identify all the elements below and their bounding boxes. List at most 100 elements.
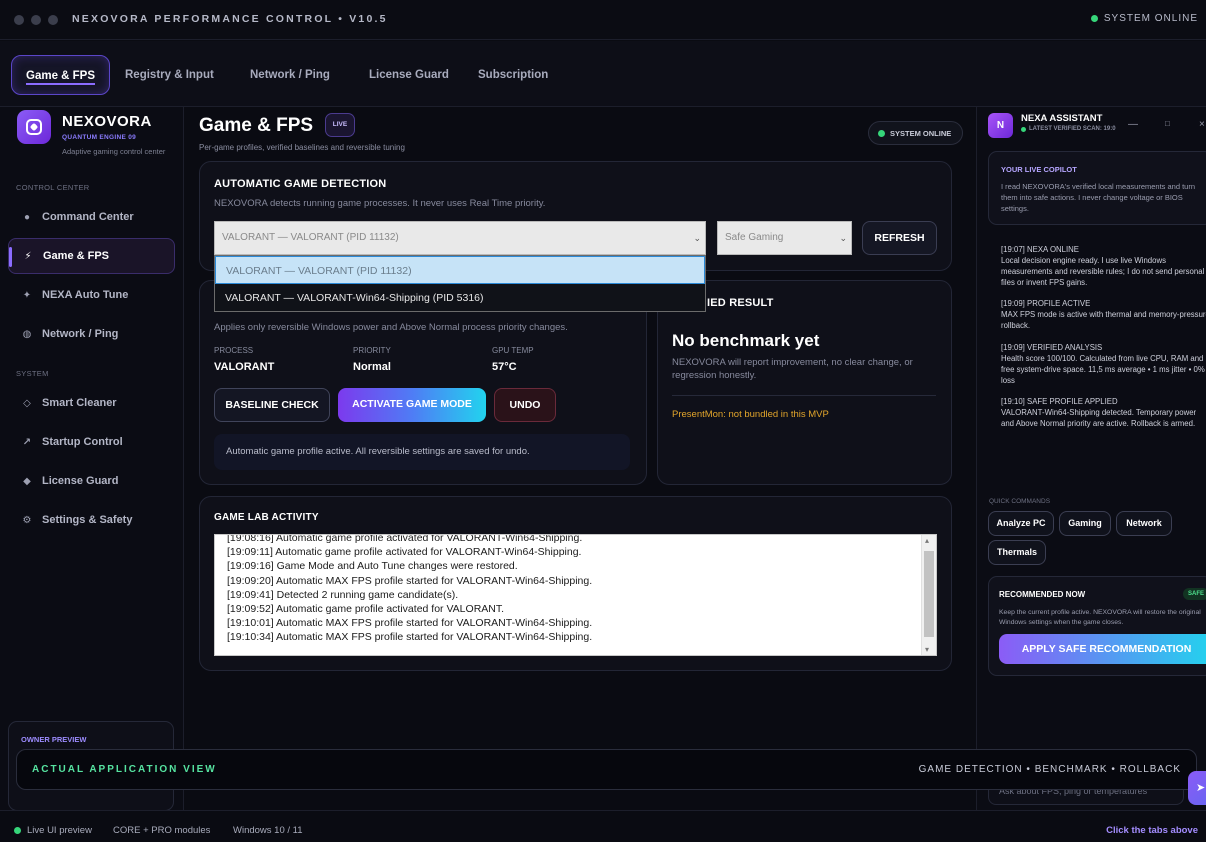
sidebar-item-smart-cleaner[interactable]: ◇ Smart Cleaner: [8, 385, 175, 421]
stat-priority-label: PRIORITY: [353, 346, 391, 355]
status-os: Windows 10 / 11: [233, 825, 303, 836]
message-body: VALORANT-Win64-Shipping detected. Tempor…: [1001, 408, 1197, 428]
baseline-check-button[interactable]: BASELINE CHECK: [214, 388, 330, 422]
undo-button[interactable]: UNDO: [494, 388, 556, 422]
top-tab-bar: Game & FPS Registry & Input Network / Pi…: [0, 41, 1206, 107]
message-body: Local decision engine ready. I use live …: [1001, 256, 1205, 287]
log-line: [19:08:16] Automatic game profile activa…: [227, 534, 583, 544]
mode-select-value: Safe Gaming: [725, 232, 784, 243]
close-icon[interactable]: ×: [1199, 119, 1205, 130]
process-dropdown-list: VALORANT — VALORANT (PID 11132) VALORANT…: [214, 255, 706, 312]
page-subtitle: Per-game profiles, verified baselines an…: [199, 143, 405, 152]
activate-game-mode-button[interactable]: ACTIVATE GAME MODE: [338, 388, 486, 422]
sidebar-item-license-guard[interactable]: ◆ License Guard: [8, 463, 175, 499]
dropdown-option[interactable]: VALORANT — VALORANT (PID 11132): [215, 256, 705, 284]
system-status-label: SYSTEM ONLINE: [1103, 13, 1198, 24]
sidebar-item-network-ping[interactable]: ◍ Network / Ping: [8, 316, 175, 352]
bolt-icon: ⚡: [24, 250, 32, 262]
tab-network-ping[interactable]: Network / Ping: [236, 55, 344, 95]
network-icon: ◍: [22, 328, 32, 340]
apply-safe-recommendation-button[interactable]: APPLY SAFE RECOMMENDATION: [999, 634, 1206, 664]
window-minimize-dot[interactable]: [31, 15, 41, 25]
maximize-icon[interactable]: □: [1165, 119, 1170, 128]
diamond-icon: ◇: [23, 397, 31, 409]
sidebar-item-label: Smart Cleaner: [42, 397, 117, 409]
sidebar-item-label: NEXA Auto Tune: [42, 289, 129, 301]
log-line: [19:09:52] Automatic game profile activa…: [227, 603, 505, 616]
activity-heading: GAME LAB ACTIVITY: [214, 512, 319, 523]
online-dot-icon: [14, 827, 21, 834]
log-line: [19:10:34] Automatic MAX FPS profile sta…: [227, 631, 593, 644]
copilot-card: YOUR LIVE COPILOT I read NEXOVORA's veri…: [988, 151, 1206, 225]
owner-preview-label: OWNER PREVIEW: [21, 735, 87, 744]
stat-process-value: VALORANT: [214, 361, 275, 373]
log-scrollbar[interactable]: ▴ ▾: [921, 535, 936, 655]
app-title: NEXOVORA PERFORMANCE CONTROL • V10.5: [72, 13, 388, 25]
stat-gpu-temp-value: 57°C: [492, 361, 517, 373]
assistant-panel: N NEXA ASSISTANT LATEST VERIFIED SCAN: 1…: [976, 107, 1206, 810]
brand-engine: QUANTUM ENGINE 09: [62, 134, 137, 141]
mode-select[interactable]: Safe Gaming ⌄: [717, 221, 852, 255]
quick-thermals-button[interactable]: Thermals: [988, 540, 1046, 565]
quick-commands-heading: QUICK COMMANDS: [989, 498, 1051, 505]
quick-network-button[interactable]: Network: [1116, 511, 1172, 536]
window-maximize-dot[interactable]: [48, 15, 58, 25]
assistant-scan: LATEST VERIFIED SCAN: 19:0: [1021, 126, 1116, 132]
tab-license-guard[interactable]: License Guard: [355, 55, 463, 95]
process-select-value: VALORANT — VALORANT (PID 11132): [222, 232, 399, 243]
sidebar-item-label: Startup Control: [42, 436, 123, 448]
banner-left-label: ACTUAL APPLICATION VIEW: [32, 764, 217, 775]
refresh-button[interactable]: REFRESH: [862, 221, 937, 255]
copilot-heading: YOUR LIVE COPILOT: [1001, 165, 1077, 174]
sidebar-item-label: License Guard: [42, 475, 119, 487]
sidebar-item-game-fps[interactable]: ⚡ Game & FPS: [8, 238, 175, 274]
message-body: Health score 100/100. Calculated from li…: [1001, 354, 1205, 385]
stat-priority-value: Normal: [353, 361, 391, 373]
chat-message: [19:09] PROFILE ACTIVE MAX FPS mode is a…: [1001, 298, 1206, 331]
game-mode-notice: Automatic game profile active. All rever…: [214, 434, 630, 470]
shield-icon: ◆: [23, 475, 31, 487]
chat-message: [19:07] NEXA ONLINE Local decision engin…: [1001, 244, 1206, 288]
chat-message: [19:09] VERIFIED ANALYSIS Health score 1…: [1001, 342, 1206, 386]
sidebar-item-startup-control[interactable]: ↗ Startup Control: [8, 424, 175, 460]
nexa-logo-icon: N: [988, 113, 1013, 138]
minimize-icon[interactable]: —: [1128, 119, 1138, 130]
sidebar-item-command-center[interactable]: ● Command Center: [8, 199, 175, 235]
scrollbar-thumb[interactable]: [924, 551, 934, 637]
stat-process-label: PROCESS: [214, 346, 254, 355]
banner-right-label: GAME DETECTION • BENCHMARK • ROLLBACK: [918, 764, 1181, 775]
brand-tagline: Adaptive gaming control center: [62, 147, 166, 156]
recommended-now-card: RECOMMENDED NOW SAFE Keep the current pr…: [988, 576, 1206, 676]
tab-active-underline: [26, 83, 96, 85]
chevron-down-icon: ⌄: [693, 233, 701, 243]
tab-registry-input[interactable]: Registry & Input: [111, 55, 228, 95]
send-icon[interactable]: ➤: [1188, 771, 1206, 805]
log-line: [19:09:16] Game Mode and Auto Tune chang…: [227, 560, 518, 573]
sparkle-icon: ✦: [22, 289, 32, 301]
online-dot-icon: [1090, 15, 1098, 22]
dropdown-option[interactable]: VALORANT — VALORANT-Win64-Shipping (PID …: [215, 284, 705, 312]
scroll-down-icon[interactable]: ▾: [925, 645, 929, 654]
page-title: Game & FPS: [199, 115, 314, 136]
process-select[interactable]: VALORANT — VALORANT (PID 11132) ⌄: [214, 221, 706, 255]
scroll-up-icon[interactable]: ▴: [925, 536, 929, 545]
quick-analyze-pc-button[interactable]: Analyze PC: [988, 511, 1054, 536]
benchmark-heading: IED RESULT: [707, 297, 774, 309]
status-preview: Live UI preview: [14, 825, 92, 836]
quick-gaming-button[interactable]: Gaming: [1059, 511, 1111, 536]
system-status: SYSTEM ONLINE: [1090, 13, 1198, 24]
sidebar: NEXOVORA QUANTUM ENGINE 09 Adaptive gami…: [0, 107, 184, 811]
sidebar-item-settings-safety[interactable]: ⚙ Settings & Safety: [8, 502, 175, 538]
copilot-text: I read NEXOVORA's verified local measure…: [1001, 182, 1196, 213]
log-line: [19:10:01] Automatic MAX FPS profile sta…: [227, 617, 593, 630]
tab-subscription[interactable]: Subscription: [464, 55, 562, 95]
status-preview-label: Live UI preview: [27, 825, 92, 836]
tab-game-fps[interactable]: Game & FPS: [11, 55, 111, 95]
sidebar-item-nexa-auto-tune[interactable]: ✦ NEXA Auto Tune: [8, 277, 175, 313]
presentmon-status: PresentMon: not bundled in this MVP: [672, 409, 829, 420]
reco-heading: RECOMMENDED NOW: [999, 590, 1086, 599]
window-close-dot[interactable]: [14, 15, 24, 25]
system-online-label: SYSTEM ONLINE: [890, 128, 952, 138]
gear-icon: ⚙: [22, 514, 32, 526]
activity-log[interactable]: [19:08:16] Automatic game profile activa…: [214, 534, 937, 656]
